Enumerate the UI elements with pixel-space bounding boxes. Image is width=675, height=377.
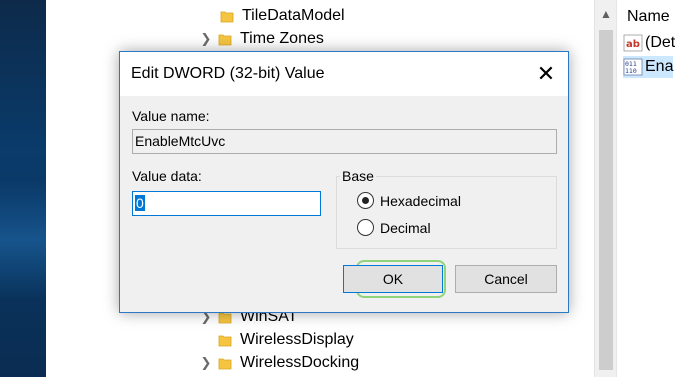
tree-item-wirelessdisplay[interactable]: WirelessDisplay <box>200 329 354 351</box>
base-group-title: Base <box>340 168 376 184</box>
radio-checked-icon[interactable] <box>357 192 374 209</box>
tree-item-label: TileDataModel <box>242 7 345 24</box>
tree-item-time-zones[interactable]: ❯ Time Zones <box>200 28 324 50</box>
folder-icon <box>218 32 232 46</box>
column-header-name[interactable]: Name <box>627 8 670 26</box>
svg-text:110: 110 <box>625 67 637 75</box>
radio-hexadecimal[interactable]: Hexadecimal <box>357 192 461 209</box>
chevron-right-icon[interactable]: ❯ <box>200 31 212 47</box>
value-row-default[interactable]: ab (Det <box>623 32 675 54</box>
value-row-label: Ena <box>645 58 674 75</box>
value-name-field[interactable]: EnableMtcUvc <box>132 129 557 154</box>
svg-text:ab: ab <box>626 39 640 50</box>
scrollbar-thumb[interactable] <box>599 30 613 370</box>
cancel-button[interactable]: Cancel <box>455 265 557 293</box>
radio-decimal-label: Decimal <box>380 219 431 236</box>
desktop-glow <box>0 180 46 300</box>
folder-icon <box>218 333 232 347</box>
radio-hexadecimal-label: Hexadecimal <box>380 192 461 209</box>
tree-item-wirelessdocking[interactable]: ❯ WirelessDocking <box>200 352 360 374</box>
value-row-label: (Det <box>645 34 675 51</box>
registry-values-pane: Name ab (Det 011 110 Ena <box>617 0 675 377</box>
tree-item-label: WirelessDisplay <box>240 331 354 348</box>
folder-icon <box>218 356 232 370</box>
radio-unchecked-icon[interactable] <box>357 219 374 236</box>
value-data-field[interactable]: 0 <box>132 191 321 216</box>
dword-value-icon: 011 110 <box>623 58 643 76</box>
string-value-icon: ab <box>623 34 643 52</box>
edit-dword-dialog: Edit DWORD (32-bit) Value ✕ Value name: … <box>119 51 569 313</box>
desktop-background <box>0 0 46 377</box>
value-data-text: 0 <box>135 195 145 211</box>
value-name-text: EnableMtcUvc <box>135 133 226 149</box>
tree-item-label: Time Zones <box>240 30 324 47</box>
value-data-label: Value data: <box>132 168 202 184</box>
base-groupbox <box>336 176 557 249</box>
tree-item-tiledatamodel[interactable]: TileDataModel <box>202 5 345 27</box>
value-name-label: Value name: <box>132 108 210 124</box>
dialog-titlebar[interactable]: Edit DWORD (32-bit) Value ✕ <box>120 52 568 96</box>
folder-icon <box>220 9 234 23</box>
tree-scrollbar[interactable]: ▲ <box>594 0 616 377</box>
radio-decimal[interactable]: Decimal <box>357 219 431 236</box>
ok-button[interactable]: OK <box>343 265 443 293</box>
scroll-up-icon[interactable]: ▲ <box>595 4 617 24</box>
dialog-title: Edit DWORD (32-bit) Value <box>131 65 325 82</box>
value-row-enablemtcuvc[interactable]: 011 110 Ena <box>623 56 674 78</box>
chevron-right-icon[interactable]: ❯ <box>200 355 212 371</box>
tree-item-label: WirelessDocking <box>240 354 360 371</box>
close-icon[interactable]: ✕ <box>532 61 560 87</box>
